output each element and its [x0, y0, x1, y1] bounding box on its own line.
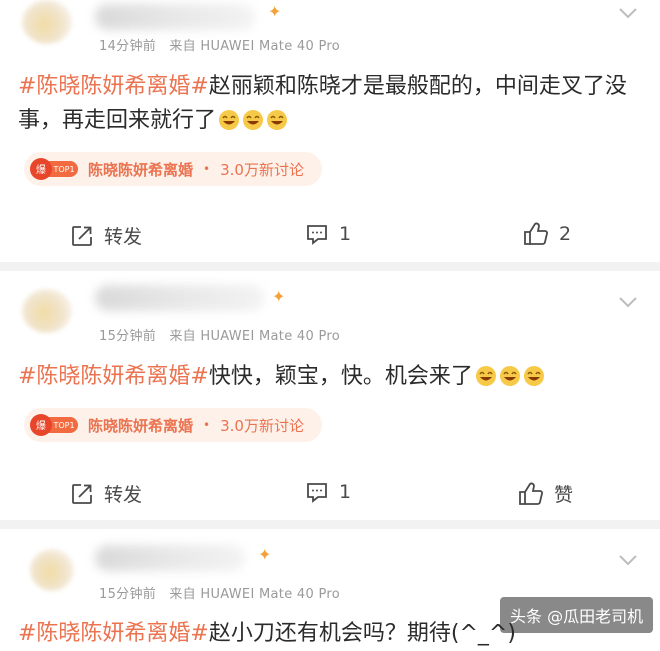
hot-badge-icon: 爆 TOP1: [28, 156, 80, 182]
post-meta: 15分钟前 来自 HUAWEI Mate 40 Pro: [99, 583, 340, 602]
topic-card[interactable]: 爆 TOP1 陈晓陈妍希离婚 • 3.0万新讨论: [24, 152, 322, 186]
forward-button[interactable]: 转发: [70, 222, 142, 249]
chevron-down-icon[interactable]: [618, 295, 638, 309]
username-blurred[interactable]: [95, 545, 245, 571]
like-label: 赞: [554, 484, 574, 506]
comment-icon: [307, 483, 327, 503]
topic-rank: TOP1: [52, 421, 74, 430]
like-count: 2: [559, 223, 572, 245]
post-divider: [0, 262, 660, 271]
verified-badge-icon: ✦: [258, 545, 272, 564]
post-card: ✦ 15分钟前 来自 HUAWEI Mate 40 Pro #陈晓陈妍希离婚#快…: [0, 271, 660, 520]
post-time: 14分钟前: [99, 39, 157, 54]
verified-badge-icon: ✦: [268, 2, 282, 21]
topic-name: 陈晓陈妍希离婚: [88, 416, 194, 435]
post-meta: 15分钟前 来自 HUAWEI Mate 40 Pro: [99, 325, 340, 344]
post-content: #陈晓陈妍希离婚#快快，颖宝，快。机会来了: [18, 360, 640, 394]
hot-badge-icon: 爆 TOP1: [28, 412, 80, 438]
avatar[interactable]: [22, 0, 72, 44]
hashtag-link[interactable]: #陈晓陈妍希离婚#: [18, 364, 209, 389]
comment-button[interactable]: 1: [305, 480, 351, 504]
post-content: #陈晓陈妍希离婚#赵丽颖和陈晓才是最般配的，中间走叉了没事，再走回来就行了: [18, 70, 640, 138]
forward-icon: [72, 225, 92, 246]
post-from-label: 来自: [169, 587, 196, 602]
forward-label: 转发: [104, 484, 143, 506]
comment-button[interactable]: 1: [305, 222, 351, 246]
comment-count: 1: [339, 481, 352, 503]
hashtag-link[interactable]: #陈晓陈妍希离婚#: [18, 621, 209, 646]
post-card: ✦ 14分钟前 来自 HUAWEI Mate 40 Pro #陈晓陈妍希离婚#赵…: [0, 0, 660, 262]
watermark: 头条 @瓜田老司机: [500, 597, 654, 633]
like-button[interactable]: 赞: [518, 480, 573, 507]
post-time: 15分钟前: [99, 587, 157, 602]
laughing-emoji-icon: [473, 364, 545, 389]
like-icon: [524, 222, 548, 245]
like-button[interactable]: 2: [523, 222, 571, 246]
post-text: 快快，颖宝，快。机会来了: [208, 364, 473, 389]
forward-icon: [72, 483, 92, 504]
forward-button[interactable]: 转发: [70, 480, 142, 507]
avatar[interactable]: [30, 549, 74, 591]
post-meta: 14分钟前 来自 HUAWEI Mate 40 Pro: [99, 35, 340, 54]
topic-name: 陈晓陈妍希离婚: [88, 160, 194, 179]
verified-badge-icon: ✦: [272, 287, 286, 306]
post-from-label: 来自: [169, 329, 196, 344]
laughing-emoji-icon: [216, 108, 288, 133]
post-device: HUAWEI Mate 40 Pro: [200, 587, 341, 602]
comment-icon: [307, 225, 327, 245]
topic-rank: TOP1: [52, 165, 74, 174]
svg-text:爆: 爆: [36, 420, 46, 432]
topic-count: 3.0万新讨论: [220, 160, 304, 179]
svg-text:爆: 爆: [36, 164, 46, 176]
post-device: HUAWEI Mate 40 Pro: [200, 329, 341, 344]
post-from-label: 来自: [169, 39, 196, 54]
username-blurred[interactable]: [95, 4, 255, 30]
username-blurred[interactable]: [95, 285, 265, 311]
topic-count: 3.0万新讨论: [220, 416, 304, 435]
post-device: HUAWEI Mate 40 Pro: [200, 39, 341, 54]
like-icon: [519, 482, 543, 505]
post-divider: [0, 520, 660, 529]
avatar[interactable]: [22, 289, 72, 333]
forward-label: 转发: [104, 226, 143, 248]
topic-card[interactable]: 爆 TOP1 陈晓陈妍希离婚 • 3.0万新讨论: [24, 408, 322, 442]
chevron-down-icon[interactable]: [618, 553, 638, 567]
comment-count: 1: [339, 223, 352, 245]
post-time: 15分钟前: [99, 329, 157, 344]
post-text: 赵小刀还有机会吗？期待(^_^): [208, 621, 516, 646]
hashtag-link[interactable]: #陈晓陈妍希离婚#: [18, 74, 209, 99]
chevron-down-icon[interactable]: [618, 6, 638, 20]
